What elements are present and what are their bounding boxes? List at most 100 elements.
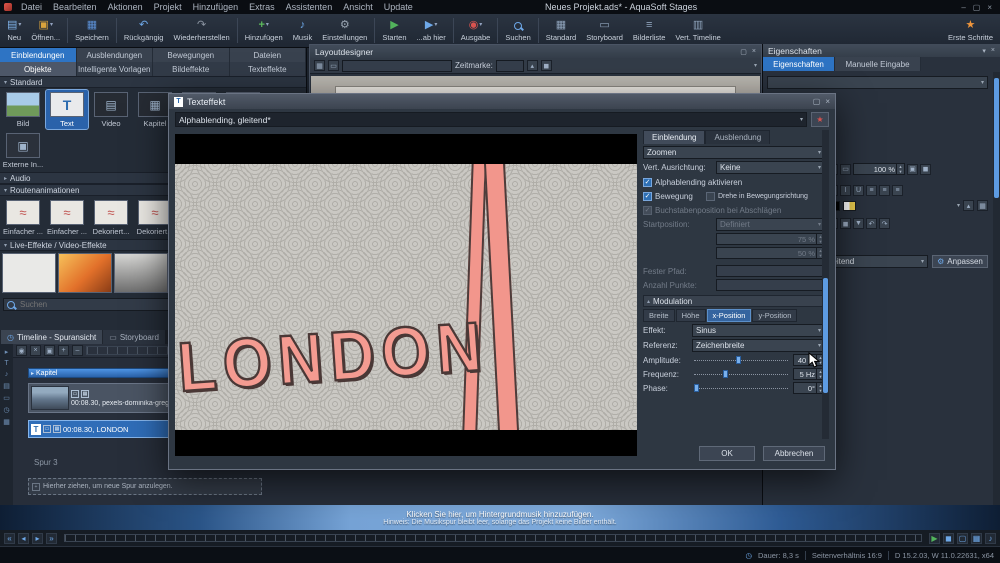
section-standard[interactable]: ▾ Standard <box>0 76 306 88</box>
tab-ausblendung[interactable]: Ausblendung <box>705 130 770 144</box>
object-bild[interactable]: Bild <box>2 90 44 129</box>
tab-hoehe[interactable]: Höhe <box>676 309 706 322</box>
alphablending-checkbox[interactable]: ✓ <box>643 178 652 187</box>
menu-aktionen[interactable]: Aktionen <box>103 2 148 12</box>
music-track-hint[interactable]: Klicken Sie hier, um Hintergrundmusik hi… <box>0 505 1000 530</box>
menu-extras[interactable]: Extras <box>244 2 280 12</box>
zoom-out-icon[interactable]: – <box>72 345 83 356</box>
maximize-icon[interactable]: ▢ <box>813 97 821 106</box>
bewegung-checkbox[interactable]: ✓ <box>643 192 652 201</box>
close-icon[interactable]: × <box>825 97 830 106</box>
align-center-icon[interactable]: ≡ <box>879 185 890 196</box>
menu-bearbeiten[interactable]: Bearbeiten <box>48 2 102 12</box>
flag-icon[interactable]: ▴ <box>527 60 538 71</box>
undo-button[interactable]: ↶ Rückgängig <box>119 15 169 46</box>
tab-eigenschaften[interactable]: Eigenschaften <box>763 57 835 71</box>
menu-hinzufuegen[interactable]: Hinzufügen <box>188 2 244 12</box>
stop-icon[interactable]: ◼ <box>943 533 954 544</box>
properties-scrollbar[interactable] <box>993 72 1000 505</box>
blend-effect-dropdown[interactable]: Zoomen ▾ <box>643 146 825 159</box>
object-text[interactable]: T Text <box>46 90 88 129</box>
drehen-checkbox[interactable] <box>706 192 715 201</box>
modulation-header[interactable]: ▴ Modulation <box>643 295 825 307</box>
maximize-icon[interactable]: ▢ <box>973 3 981 12</box>
skip-end-icon[interactable]: » <box>46 533 57 544</box>
step-down-icon[interactable]: ▼ <box>897 169 904 174</box>
zoom-in-icon[interactable]: + <box>58 345 69 356</box>
ok-button[interactable]: OK <box>699 446 755 461</box>
menu-ansicht[interactable]: Ansicht <box>338 2 378 12</box>
object-video[interactable]: ▤ Video <box>90 90 132 129</box>
menu-update[interactable]: Update <box>379 2 418 12</box>
add-button[interactable]: +▾ Hinzufügen <box>240 15 288 46</box>
scrollbar-thumb[interactable] <box>823 278 828 392</box>
chevron-down-icon[interactable]: ▾ <box>957 202 960 209</box>
scrollbar-thumb[interactable] <box>994 78 999 198</box>
step-back-icon[interactable]: ◂ <box>18 533 29 544</box>
new-button[interactable]: ▤▾ Neu <box>2 15 26 46</box>
export-button[interactable]: ◉▾ Ausgabe <box>456 15 496 46</box>
seek-strip[interactable] <box>64 534 922 542</box>
grid-icon[interactable]: ▦ <box>971 533 982 544</box>
play-button[interactable]: ▶ Starten <box>377 15 411 46</box>
tab-einblendungen[interactable]: Einblendungen <box>0 48 77 62</box>
save-button[interactable]: ▦ Speichern <box>70 15 114 46</box>
duplicate-icon[interactable]: ▣ <box>44 345 55 356</box>
zeitmarke-field[interactable] <box>496 60 524 72</box>
tab-intelligente-vorlagen[interactable]: Intelligente Vorlagen <box>77 62 154 76</box>
fill-color-swatch[interactable] <box>843 201 856 211</box>
zoom-stepper[interactable]: 100 % ▲▼ <box>853 163 905 175</box>
view-imagelist-button[interactable]: ≡ Bilderliste <box>628 15 671 46</box>
fullscreen-icon[interactable]: ▢ <box>957 533 968 544</box>
phase-stepper[interactable]: 0° ▲▼ <box>793 382 825 394</box>
minimize-icon[interactable]: – <box>961 3 965 12</box>
tab-objekte[interactable]: Objekte <box>0 62 77 76</box>
route-dekoriert-1[interactable]: ≈ Dekoriert... <box>90 198 132 237</box>
search-button[interactable]: Suchen <box>500 15 535 46</box>
film-tool-icon[interactable]: ▤ <box>3 382 10 390</box>
tab-bewegungen[interactable]: Bewegungen <box>153 48 230 62</box>
wrap-icon[interactable]: ↶ <box>866 218 877 229</box>
menu-assistenten[interactable]: Assistenten <box>281 2 338 12</box>
ratio-icon[interactable]: ▭ <box>840 164 851 175</box>
tab-y-position[interactable]: y-Position <box>752 309 797 322</box>
tab-x-position[interactable]: x-Position <box>707 309 752 322</box>
gradient-icon[interactable]: ▦ <box>977 200 988 211</box>
text-tool-icon[interactable]: T <box>4 360 8 367</box>
rotate-icon[interactable]: ↷ <box>879 218 890 229</box>
music-button[interactable]: ♪ Musik <box>288 15 318 46</box>
hand-icon[interactable]: ◼ <box>541 60 552 71</box>
pin-icon[interactable]: ▾ <box>982 47 986 55</box>
cut-icon[interactable]: × <box>30 345 41 356</box>
chevron-down-icon[interactable]: ▾ <box>754 62 757 69</box>
first-steps-button[interactable]: ★ Erste Schritte <box>943 15 998 46</box>
split-tool-icon[interactable]: ▭ <box>3 394 10 402</box>
lock-icon[interactable]: ◼ <box>920 164 931 175</box>
phase-slider[interactable] <box>692 383 790 393</box>
magnet-icon[interactable]: ◉ <box>16 345 27 356</box>
frequenz-slider[interactable] <box>692 369 790 379</box>
amplitude-stepper[interactable]: 40 % ▲▼ <box>793 354 825 366</box>
music-icon[interactable]: ♪ <box>985 533 996 544</box>
properties-dropdown[interactable]: ▾ <box>767 76 988 89</box>
select-tool-icon[interactable]: ▸ <box>5 348 9 356</box>
amplitude-slider[interactable] <box>692 355 790 365</box>
underline-icon[interactable]: U <box>853 185 864 196</box>
object-externe-inhalte[interactable]: ▣ Externe In... <box>2 131 44 170</box>
board-icon[interactable]: ▭ <box>328 60 339 71</box>
referenz-dropdown[interactable]: Zeichenbreite ▾ <box>692 339 825 352</box>
live-effect-thumbnail[interactable] <box>2 253 56 293</box>
tab-bildeffekte[interactable]: Bildeffekte <box>153 62 230 76</box>
italic-icon[interactable]: I <box>840 185 851 196</box>
play-from-here-button[interactable]: ▶▾ ...ab hier <box>412 15 451 46</box>
link-icon[interactable]: ▣ <box>907 164 918 175</box>
cancel-button[interactable]: Abbrechen <box>763 446 825 461</box>
preset-manager-button[interactable]: ★ <box>811 112 829 127</box>
settings-button[interactable]: ⚙ Einstellungen <box>317 15 372 46</box>
tab-einblendung[interactable]: Einblendung <box>643 130 705 144</box>
valign-bottom-icon[interactable]: ▼ <box>853 218 864 229</box>
new-track-dropzone[interactable]: + Hierher ziehen, um neue Spur anzulegen… <box>28 478 262 495</box>
redo-button[interactable]: ↷ Wiederherstellen <box>168 15 234 46</box>
live-effect-thumbnail[interactable] <box>114 253 168 293</box>
layout-input[interactable] <box>342 60 452 72</box>
